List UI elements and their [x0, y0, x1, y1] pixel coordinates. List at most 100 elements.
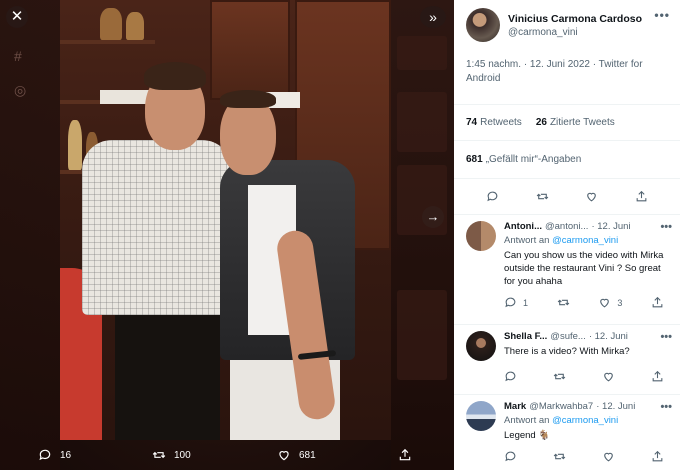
viewer-retweet-count: 100	[174, 449, 191, 461]
reply-time[interactable]: · 12. Juni	[596, 401, 635, 412]
reply-share-button[interactable]	[651, 370, 664, 383]
tweet-stats: 74 Retweets 26 Zitierte Tweets	[454, 104, 680, 140]
reply-more-button[interactable]: •••	[660, 221, 672, 233]
retweet-icon	[553, 373, 566, 380]
author-name[interactable]: Vinicius Carmona Cardoso	[508, 13, 642, 25]
reply-time[interactable]: · 12. Juni	[589, 331, 628, 342]
media-viewer: # ◎ ✕ » → 16 100 681	[0, 0, 454, 470]
reply-item[interactable]: Antoni... @antoni... · 12. Juni Antwort …	[454, 214, 680, 324]
viewer-like-count: 681	[299, 449, 316, 461]
share-icon	[652, 296, 663, 308]
reply-author-handle[interactable]: @antoni...	[545, 221, 588, 232]
reply-text: Can you show us the video with Mirka out…	[504, 250, 664, 287]
reply-text: Legend 🐐	[504, 430, 551, 441]
reply-reply-button[interactable]	[504, 450, 517, 463]
reply-share-button[interactable]	[651, 296, 664, 309]
tweet-actions	[454, 178, 680, 214]
replying-to-link[interactable]: @carmona_vini	[552, 235, 618, 246]
reply-author-name[interactable]: Mark	[504, 401, 526, 412]
viewer-reply-button[interactable]: 16	[38, 440, 71, 470]
replying-prefix: Antwort an	[504, 415, 550, 426]
reply-like-button[interactable]	[602, 370, 615, 383]
reply-reply-button[interactable]: 1	[504, 296, 528, 309]
viewer-share-button[interactable]	[398, 440, 412, 470]
share-icon[interactable]	[635, 190, 648, 203]
reply-item[interactable]: Mark @Markwahba7 · 12. Juni Antwort an @…	[454, 394, 680, 470]
settings-icon: ◎	[14, 82, 27, 98]
likes-stat[interactable]: 681 „Gefällt mir“-Angaben	[454, 140, 680, 178]
share-icon	[399, 448, 411, 461]
more-options-button[interactable]: •••	[654, 8, 670, 22]
retweet-icon	[557, 299, 569, 306]
quotes-count: 26	[535, 117, 547, 128]
replying-prefix: Antwort an	[504, 235, 550, 246]
reply-retweet-button[interactable]	[557, 296, 570, 309]
viewer-like-button[interactable]: 681	[277, 440, 316, 470]
reply-reply-count: 1	[523, 297, 529, 308]
reply-author-name[interactable]: Antoni...	[504, 221, 542, 232]
reply-retweet-button[interactable]	[553, 370, 566, 383]
viewer-reply-count: 16	[60, 449, 72, 461]
reply-icon	[39, 449, 51, 461]
avatar[interactable]	[466, 401, 496, 431]
retweet-icon	[553, 453, 566, 460]
author-handle[interactable]: @carmona_vini	[508, 27, 642, 38]
retweets-stat[interactable]: 74 Retweets	[466, 117, 522, 128]
share-icon	[652, 370, 663, 382]
tweet-photo[interactable]	[60, 0, 391, 440]
avatar[interactable]	[466, 8, 500, 42]
reply-like-button[interactable]	[602, 450, 615, 463]
heart-icon	[600, 298, 610, 308]
reply-like-count: 3	[617, 297, 623, 308]
reply-author-handle[interactable]: @Markwahba7	[529, 401, 593, 412]
replying-to: Antwort an @carmona_vini	[504, 235, 670, 246]
heart-icon	[279, 451, 289, 461]
reply-actions	[504, 370, 670, 383]
heart-icon	[604, 452, 613, 462]
background-blur-left	[0, 0, 60, 470]
reply-actions	[504, 450, 670, 463]
heart-icon	[604, 372, 613, 382]
chevrons-right-icon: »	[429, 9, 437, 25]
retweets-label: Retweets	[480, 117, 522, 128]
expand-button[interactable]: »	[420, 6, 446, 28]
reply-time[interactable]: · 12. Juni	[591, 221, 630, 232]
arrow-right-icon: →	[426, 209, 440, 224]
next-image-button[interactable]: →	[422, 206, 444, 228]
likes-label: „Gefällt mir“-Angaben	[485, 154, 582, 165]
reply-reply-button[interactable]	[504, 370, 517, 383]
heart-icon[interactable]	[585, 190, 598, 203]
reply-icon[interactable]	[486, 190, 499, 203]
reply-like-button[interactable]: 3	[598, 296, 622, 309]
background-blur-right	[391, 0, 454, 470]
reply-more-button[interactable]: •••	[660, 331, 672, 343]
quotes-label: Zitierte Tweets	[549, 117, 615, 128]
avatar[interactable]	[466, 331, 496, 361]
reply-actions: 1 3	[504, 296, 670, 309]
reply-icon	[505, 451, 516, 462]
reply-more-button[interactable]: •••	[660, 401, 672, 413]
close-icon: ✕	[10, 8, 24, 25]
retweet-icon[interactable]	[536, 190, 549, 203]
reply-icon	[505, 371, 516, 382]
reply-retweet-button[interactable]	[553, 450, 566, 463]
viewer-retweet-button[interactable]: 100	[152, 440, 191, 470]
tweet-author: Vinicius Carmona Cardoso @carmona_vini •…	[454, 0, 680, 44]
retweet-icon	[152, 451, 166, 459]
tweet-timestamp[interactable]: 1:45 nachm. · 12. Juni 2022 · Twitter fo…	[454, 44, 680, 104]
reply-icon	[505, 297, 516, 308]
viewer-action-bar: 16 100 681	[0, 440, 454, 470]
tweet-detail-panel: Vinicius Carmona Cardoso @carmona_vini •…	[454, 0, 680, 470]
replying-to-link[interactable]: @carmona_vini	[552, 415, 618, 426]
share-icon	[652, 450, 663, 462]
quotes-stat[interactable]: 26 Zitierte Tweets	[536, 117, 615, 128]
reply-author-name[interactable]: Shella F...	[504, 331, 547, 342]
retweets-count: 74	[466, 117, 478, 128]
reply-text: There is a video? With Mirka?	[504, 346, 630, 357]
reply-author-handle[interactable]: @sufe...	[550, 331, 586, 342]
reply-item[interactable]: Shella F... @sufe... · 12. Juni There is…	[454, 324, 680, 394]
close-button[interactable]: ✕	[6, 6, 28, 28]
avatar[interactable]	[466, 221, 496, 251]
likes-count: 681	[466, 154, 483, 165]
reply-share-button[interactable]	[651, 450, 664, 463]
